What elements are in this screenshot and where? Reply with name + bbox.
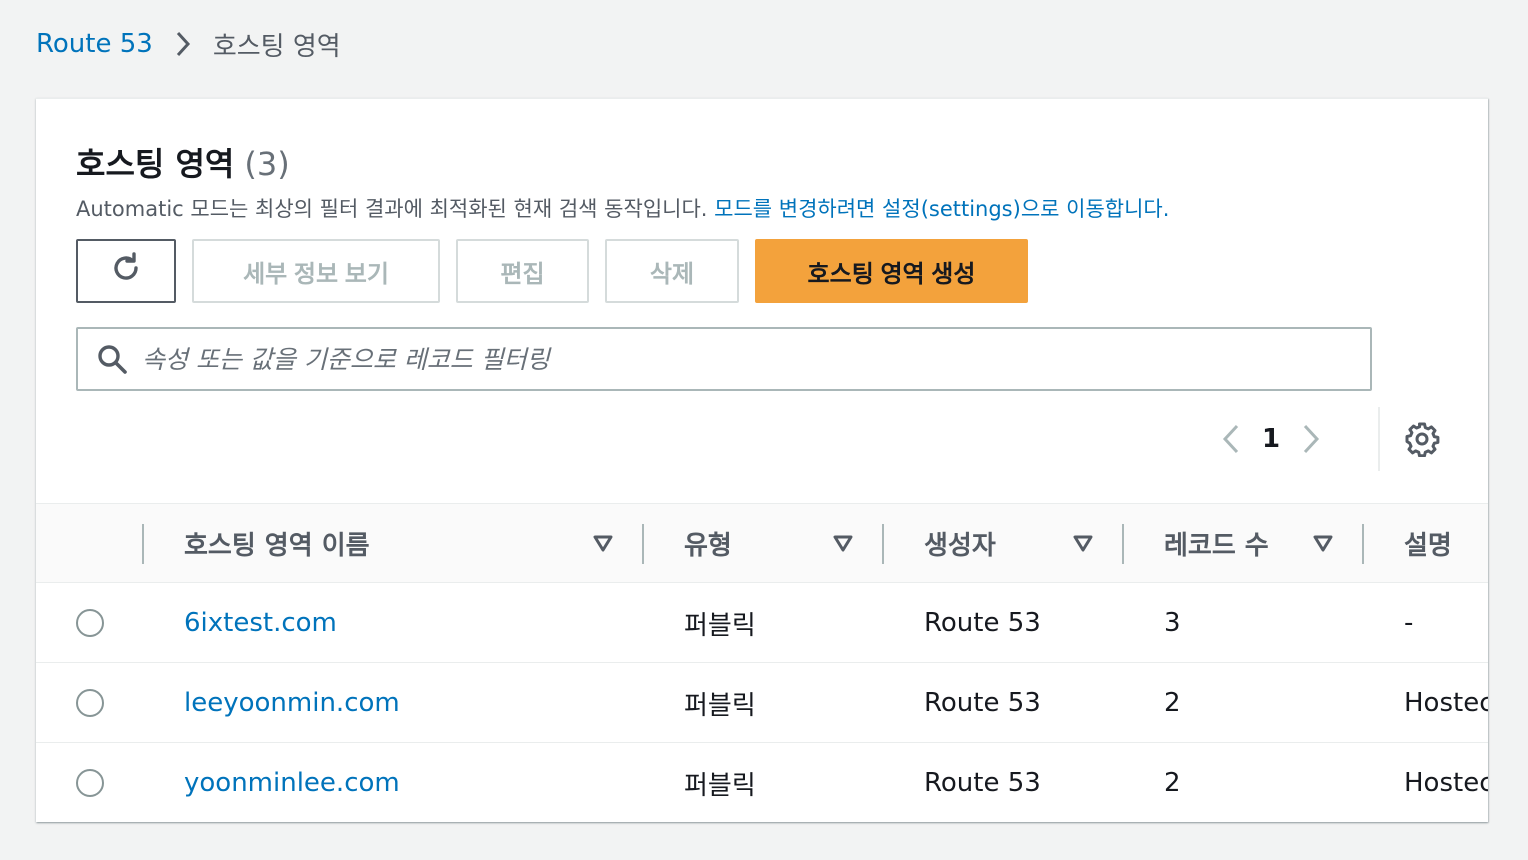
zone-record-count: 3 [1164,608,1181,638]
column-header-created-by[interactable]: 생성자 [924,504,1124,582]
table-row[interactable]: leeyoonmin.com 퍼블릭 Route 53 2 Hostec [36,663,1488,743]
view-details-button[interactable]: 세부 정보 보기 [192,239,440,303]
description-text: Automatic 모드는 최상의 필터 결과에 최적화된 현재 검색 동작입니… [76,197,708,221]
breadcrumb-current: 호스팅 영역 [212,31,341,62]
column-header-name[interactable]: 호스팅 영역 이름 [184,504,624,582]
row-select-radio[interactable] [76,609,104,637]
delete-button[interactable]: 삭제 [605,239,739,303]
zone-type: 퍼블릭 [684,770,756,801]
zone-count: (3) [244,145,290,183]
column-divider[interactable] [142,524,144,564]
column-header-record-count[interactable]: 레코드 수 [1164,504,1364,582]
column-header-type[interactable]: 유형 [684,504,884,582]
search-mode-description: Automatic 모드는 최상의 필터 결과에 최적화된 현재 검색 동작입니… [76,193,1169,223]
zone-description: Hostec [1404,688,1488,718]
hosted-zone-link[interactable]: leeyoonmin.com [184,688,400,718]
refresh-icon [109,251,143,292]
create-hosted-zone-button[interactable]: 호스팅 영역 생성 [755,239,1028,303]
next-page-button[interactable] [1296,417,1326,461]
settings-link[interactable]: 모드를 변경하려면 설정(settings)으로 이동합니다. [714,197,1169,221]
hosted-zone-link[interactable]: yoonminlee.com [184,768,400,798]
zone-type: 퍼블릭 [684,690,756,721]
sort-down-icon[interactable] [592,531,614,561]
column-header-description[interactable]: 설명 [1404,504,1488,582]
gear-icon[interactable] [1402,419,1442,459]
hosted-zones-panel: 호스팅 영역 (3) Automatic 모드는 최상의 필터 결과에 최적화된… [36,98,1488,822]
zone-type: 퍼블릭 [684,610,756,641]
current-page-number[interactable]: 1 [1246,424,1296,454]
column-header-label: 레코드 수 [1164,530,1269,561]
sort-down-icon[interactable] [1072,531,1094,561]
zone-created-by: Route 53 [924,608,1041,638]
hosted-zones-table: 호스팅 영역 이름 유형 생성자 레코드 수 설명 6ixtest.com 퍼블… [36,503,1488,822]
search-icon [82,329,142,389]
zone-created-by: Route 53 [924,768,1041,798]
hosted-zone-link[interactable]: 6ixtest.com [184,608,337,638]
zone-created-by: Route 53 [924,688,1041,718]
chevron-right-icon [175,30,191,58]
table-header: 호스팅 영역 이름 유형 생성자 레코드 수 설명 [36,503,1488,583]
breadcrumb: Route 53 호스팅 영역 [36,26,341,62]
pagination: 1 [1216,417,1326,461]
panel-header: 호스팅 영역 (3) [76,139,290,185]
column-header-label: 호스팅 영역 이름 [184,530,370,561]
search-box [76,327,1372,391]
sort-down-icon[interactable] [832,531,854,561]
table-row[interactable]: 6ixtest.com 퍼블릭 Route 53 3 - [36,583,1488,663]
column-divider[interactable] [642,524,644,564]
column-divider[interactable] [882,524,884,564]
column-divider[interactable] [1362,524,1364,564]
zone-record-count: 2 [1164,768,1181,798]
column-header-label: 유형 [684,530,732,561]
breadcrumb-route53-link[interactable]: Route 53 [36,29,153,59]
search-input[interactable] [142,331,1370,387]
column-divider[interactable] [1122,524,1124,564]
zone-description: Hostec [1404,768,1488,798]
table-row[interactable]: yoonminlee.com 퍼블릭 Route 53 2 Hostec [36,743,1488,822]
row-select-radio[interactable] [76,769,104,797]
zone-description: - [1404,608,1414,638]
row-select-radio[interactable] [76,689,104,717]
refresh-button[interactable] [76,239,176,303]
column-header-label: 생성자 [924,530,996,561]
column-header-label: 설명 [1404,530,1452,561]
page-title: 호스팅 영역 [76,145,235,183]
pager-divider [1378,407,1380,471]
zone-record-count: 2 [1164,688,1181,718]
sort-down-icon[interactable] [1312,531,1334,561]
edit-button[interactable]: 편집 [456,239,589,303]
previous-page-button[interactable] [1216,417,1246,461]
